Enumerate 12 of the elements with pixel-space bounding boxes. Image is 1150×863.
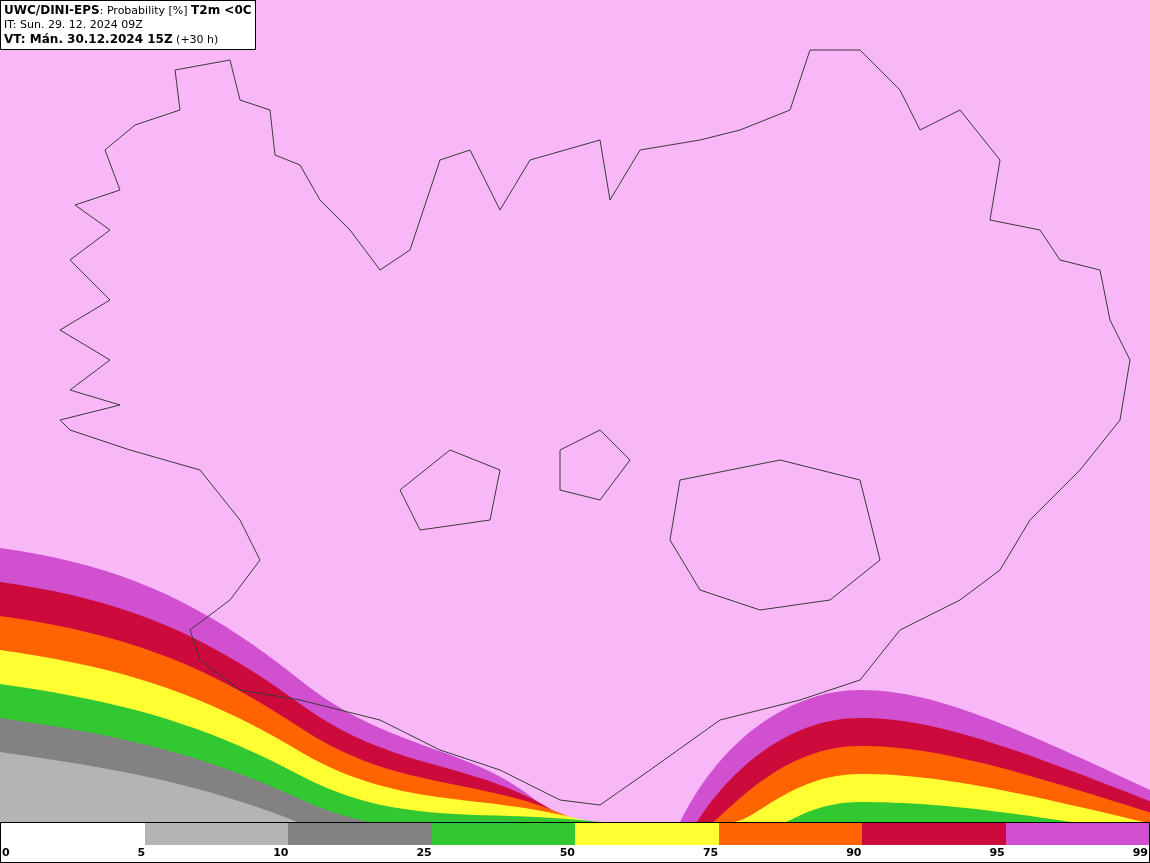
- legend-tick-label: 99: [1132, 845, 1148, 861]
- header-line: IT: Sun. 29. 12. 2024 09Z: [4, 18, 144, 32]
- legend-tick-label: 0: [2, 845, 10, 861]
- header-line: UWC/DINI-EPS: Probability [%] T2m <0C: [4, 3, 252, 18]
- legend-tick-label: 75: [702, 845, 719, 861]
- legend-tick-label: 10: [273, 845, 289, 861]
- legend-tick-label: 5: [137, 845, 146, 861]
- header-line: VT: Mán. 30.12.2024 15Z (+30 h): [4, 32, 220, 47]
- legend-tick-label: 95: [989, 845, 1005, 861]
- legend-tick-label: 25: [416, 845, 432, 861]
- legend-tick-label: 90: [846, 845, 862, 861]
- legend-tick-label: 50: [559, 845, 575, 861]
